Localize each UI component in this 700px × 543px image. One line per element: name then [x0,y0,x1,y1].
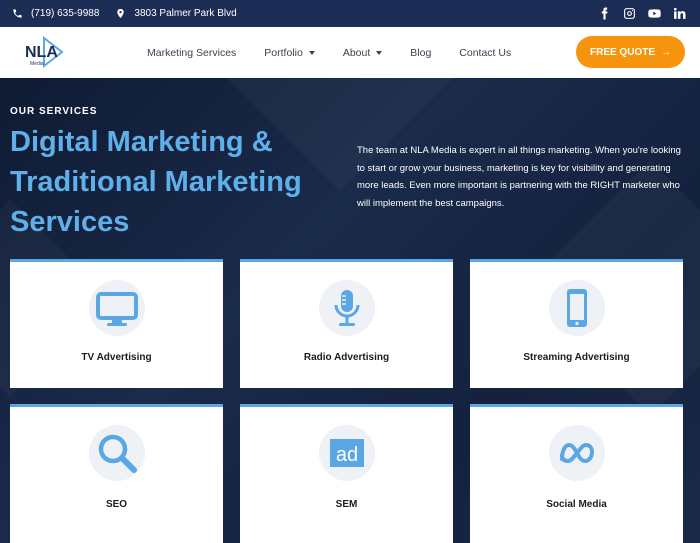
youtube-link[interactable] [648,7,661,20]
facebook-icon [601,7,608,20]
service-label: SEM [335,499,358,510]
main-nav: Marketing Services Portfolio About Blog … [147,27,539,78]
linkedin-icon [673,7,686,19]
top-bar: (719) 635-9988 3803 Palmer Park Blvd [0,0,700,27]
icon-circle [88,425,145,481]
nav-contact-us[interactable]: Contact Us [459,47,511,59]
nla-media-logo[interactable]: NLA Media [24,35,64,69]
service-card-sem[interactable]: ad SEM [240,404,453,543]
social-links [586,0,686,27]
service-label: SEO [105,499,128,510]
service-card-social-media[interactable]: Social Media [470,404,683,543]
address-text: 3803 Palmer Park Blvd [134,8,237,19]
nav-label: Portfolio [264,46,303,59]
phone-link[interactable]: (719) 635-9988 [12,8,99,19]
phone-icon [13,9,22,18]
magnifier-icon [98,434,137,473]
service-card-radio[interactable]: Radio Advertising [240,259,453,388]
instagram-link[interactable] [623,7,636,20]
service-label: Social Media [546,499,607,510]
instagram-icon [624,8,635,19]
section-title: Digital Marketing & Traditional Marketin… [10,122,350,242]
free-quote-button[interactable]: FREE QUOTE → [576,36,685,68]
address-link[interactable]: 3803 Palmer Park Blvd [115,8,237,19]
service-label: Radio Advertising [303,352,390,363]
section-description: The team at NLA Media is expert in all t… [357,145,681,209]
icon-circle [548,425,605,481]
title-line: Services [10,206,130,238]
tv-icon [95,292,138,326]
phone-number: (719) 635-9988 [31,8,100,19]
logo-text: NLA [25,44,58,61]
nav-label: Marketing Services [147,46,237,59]
services-section: OUR SERVICES Digital Marketing & Traditi… [0,78,700,543]
map-pin-icon [117,8,125,19]
nav-blog[interactable]: Blog [410,47,431,59]
nav-label: Blog [410,46,432,59]
logo-mark: NLA Media [25,35,64,69]
microphone-icon [334,290,359,326]
title-line: Digital Marketing & [10,126,273,158]
title-line: Traditional Marketing [10,166,302,198]
nav-marketing-services[interactable]: Marketing Services [147,47,236,59]
caret-down-icon [376,50,383,55]
service-card-tv[interactable]: TV Advertising [10,259,223,388]
section-eyebrow: OUR SERVICES [10,106,98,117]
icon-circle [318,280,375,336]
icon-circle [88,280,145,336]
site-header: NLA Media Marketing Services Portfolio A… [0,27,700,78]
icon-circle [548,280,605,336]
service-card-seo[interactable]: SEO [10,404,223,543]
youtube-icon [648,9,661,18]
nav-portfolio[interactable]: Portfolio [264,47,315,59]
ad-icon: ad [329,439,364,467]
logo-subtext: Media [30,61,44,67]
nav-label: About [342,46,371,59]
facebook-link[interactable] [598,7,611,20]
mobile-phone-icon [566,289,587,327]
arrow-right-icon: → [661,46,671,58]
service-card-streaming[interactable]: Streaming Advertising [470,259,683,388]
caret-down-icon [308,50,315,55]
nav-about[interactable]: About [342,46,383,59]
nav-label: Contact Us [459,46,512,59]
icon-circle: ad [318,425,375,481]
contact-info: (719) 635-9988 3803 Palmer Park Blvd [12,0,253,27]
svg-text:ad: ad [335,444,357,466]
free-quote-label: FREE QUOTE [589,46,655,58]
service-label: Streaming Advertising [523,352,630,363]
meta-icon [559,442,594,464]
service-label: TV Advertising [81,352,152,363]
linkedin-link[interactable] [673,7,686,20]
